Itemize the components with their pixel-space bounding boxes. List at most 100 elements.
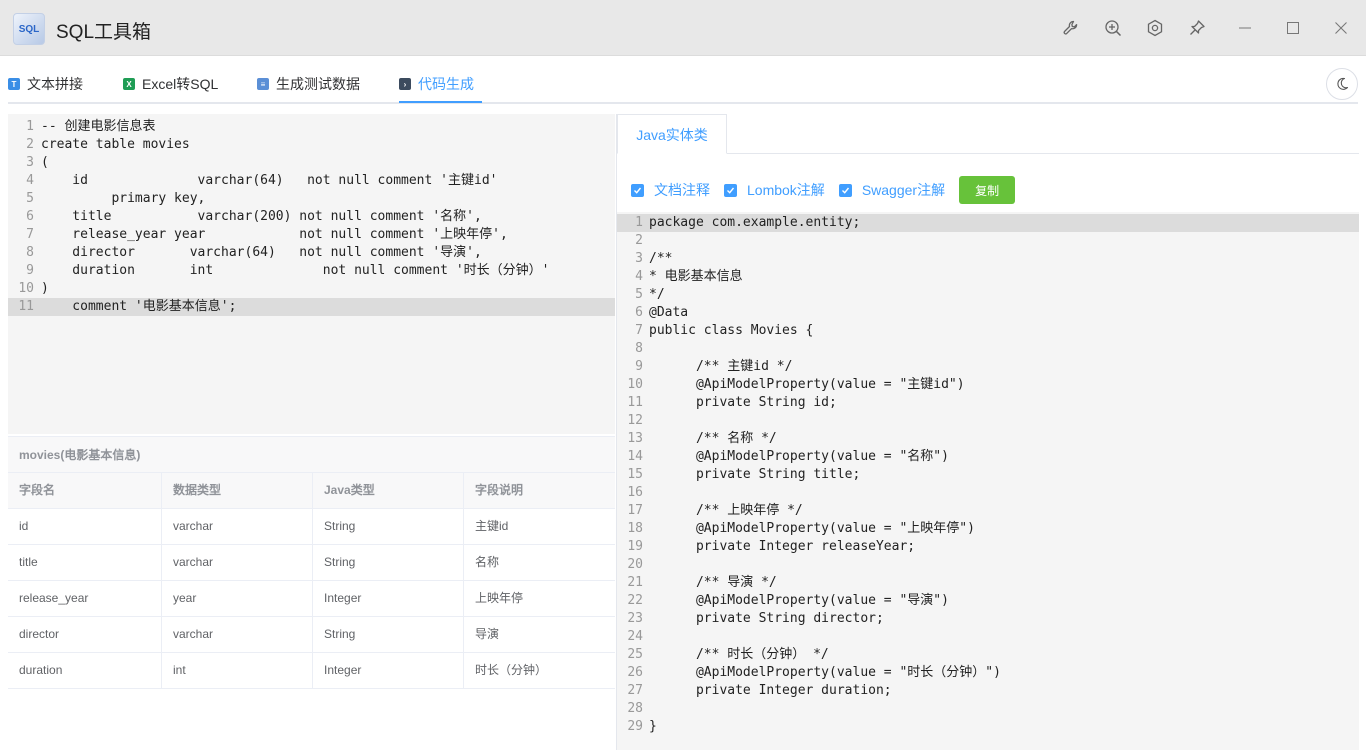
code-line: 28 [617, 700, 1359, 718]
line-number: 6 [26, 209, 34, 224]
code-text: primary key, [41, 191, 206, 206]
code-line: 7 release_year year not null comment '上映… [8, 226, 615, 244]
code-line: 2 [617, 232, 1359, 250]
column-header: 字段名 [8, 473, 162, 508]
tab-generate-test-data[interactable]: ≡ 生成测试数据 [257, 66, 360, 102]
tool-tabs: T 文本拼接 X Excel转SQL ≡ 生成测试数据 › 代码生成 [8, 66, 1358, 104]
pin-icon[interactable] [1187, 18, 1207, 38]
table-row[interactable]: director varchar String 导演 [8, 617, 615, 653]
code-text: } [649, 719, 657, 734]
code-line: 6 @Data [617, 304, 1359, 322]
java-output-panel: Java实体类 文档注释 Lombok注解 Swagger注解 复制 1 pack… [616, 114, 1359, 750]
code-line: 1 -- 创建电影信息表 [8, 118, 615, 136]
code-text: /** 上映年停 */ [649, 503, 803, 518]
tab-java-entity[interactable]: Java实体类 [617, 114, 727, 154]
table-cell: director [8, 617, 162, 652]
doc-comment-checkbox[interactable]: 文档注释 [631, 180, 710, 200]
tab-code-generation[interactable]: › 代码生成 [399, 66, 474, 102]
code-line: 10) [8, 280, 615, 298]
table-cell: 时长（分钟） [475, 663, 548, 677]
java-code-editor[interactable]: 1 package com.example.entity; 2 3 /** 4 * 电… [617, 212, 1359, 750]
minimize-icon[interactable] [1235, 18, 1255, 38]
table-row[interactable]: id varchar String 主键id [8, 509, 615, 545]
code-line: 15 private String title; [617, 466, 1359, 484]
settings-icon[interactable] [1145, 18, 1165, 38]
sql-editor[interactable]: 1 -- 创建电影信息表 2 create table movies 3( 4 id… [8, 114, 615, 434]
table-row[interactable]: release_year year Integer 上映年停 [8, 581, 615, 617]
code-text: comment '电影基本信息'; [41, 299, 237, 314]
code-text: /** 时长（分钟） */ [649, 647, 829, 662]
code-line: 16 [617, 484, 1359, 502]
code-line: 8 [617, 340, 1359, 358]
line-number: 28 [627, 701, 643, 716]
line-number: 15 [627, 467, 643, 482]
code-line: 8 director varchar(64) not null comment … [8, 244, 615, 262]
lombok-checkbox[interactable]: Lombok注解 [724, 180, 825, 200]
column-header: 字段说明 [475, 483, 524, 497]
title-bar: SQL SQL工具箱 [0, 0, 1366, 56]
zoom-in-icon[interactable] [1103, 18, 1123, 38]
table-cell: String [313, 545, 464, 580]
line-number: 19 [627, 539, 643, 554]
code-line: 11 private String id; [617, 394, 1359, 412]
code-line: 3 /** [617, 250, 1359, 268]
line-number: 11 [627, 395, 643, 410]
line-number: 3 [635, 251, 643, 266]
code-text: director varchar(64) not null comment '导… [41, 245, 482, 260]
line-number: 21 [627, 575, 643, 590]
code-line: 20 [617, 556, 1359, 574]
code-line: 17 /** 上映年停 */ [617, 502, 1359, 520]
table-row[interactable]: title varchar String 名称 [8, 545, 615, 581]
code-text: @ApiModelProperty(value = "导演") [649, 593, 949, 608]
line-number: 8 [26, 245, 34, 260]
code-text: */ [649, 287, 665, 302]
code-text: @ApiModelProperty(value = "名称") [649, 449, 949, 464]
code-line: 13 /** 名称 */ [617, 430, 1359, 448]
generation-options: 文档注释 Lombok注解 Swagger注解 复制 [631, 176, 1016, 204]
copy-button[interactable]: 复制 [959, 176, 1016, 204]
code-text: /** [649, 251, 673, 266]
code-text: @Data [649, 305, 689, 320]
code-line: 2 create table movies [8, 136, 615, 154]
line-number: 6 [635, 305, 643, 320]
code-line: 5 */ [617, 286, 1359, 304]
data-icon: ≡ [257, 78, 269, 90]
line-number: 11 [18, 299, 34, 314]
table-cell: String [313, 509, 464, 544]
code-line: 22 @ApiModelProperty(value = "导演") [617, 592, 1359, 610]
line-number: 4 [635, 269, 643, 284]
code-text: private String director; [649, 611, 884, 626]
table-cell: varchar [162, 545, 313, 580]
swagger-checkbox[interactable]: Swagger注解 [838, 180, 945, 200]
code-line: 12 [617, 412, 1359, 430]
code-line: 27 private Integer duration; [617, 682, 1359, 700]
table-cell: 导演 [475, 627, 500, 641]
tab-label: 生成测试数据 [276, 76, 360, 92]
tab-text-join[interactable]: T 文本拼接 [8, 66, 83, 102]
code-text: @ApiModelProperty(value = "主键id") [649, 377, 965, 392]
column-header: 数据类型 [162, 473, 313, 508]
theme-toggle-button[interactable] [1326, 68, 1358, 100]
option-label: Lombok注解 [747, 182, 825, 198]
table-header-row: 字段名 数据类型 Java类型 字段说明 [8, 473, 615, 509]
line-number: 25 [627, 647, 643, 662]
wrench-icon[interactable] [1061, 18, 1081, 38]
maximize-icon[interactable] [1283, 18, 1303, 38]
line-number: 2 [635, 233, 643, 248]
option-label: 文档注释 [654, 182, 710, 198]
excel-icon: X [123, 78, 135, 90]
checkbox-checked-icon [631, 183, 644, 197]
table-title: movies(电影基本信息) [8, 437, 615, 473]
line-number: 8 [635, 341, 643, 356]
table-cell: varchar [162, 617, 313, 652]
table-cell: int [162, 653, 313, 688]
line-number: 23 [627, 611, 643, 626]
table-cell: year [162, 581, 313, 616]
table-row[interactable]: duration int Integer 时长（分钟） [8, 653, 615, 689]
tab-label: 文本拼接 [27, 76, 83, 92]
close-icon[interactable] [1331, 18, 1351, 38]
code-text: * 电影基本信息 [649, 269, 743, 284]
tab-label: 代码生成 [418, 76, 474, 92]
checkbox-checked-icon [724, 183, 737, 197]
tab-excel-to-sql[interactable]: X Excel转SQL [123, 66, 218, 102]
